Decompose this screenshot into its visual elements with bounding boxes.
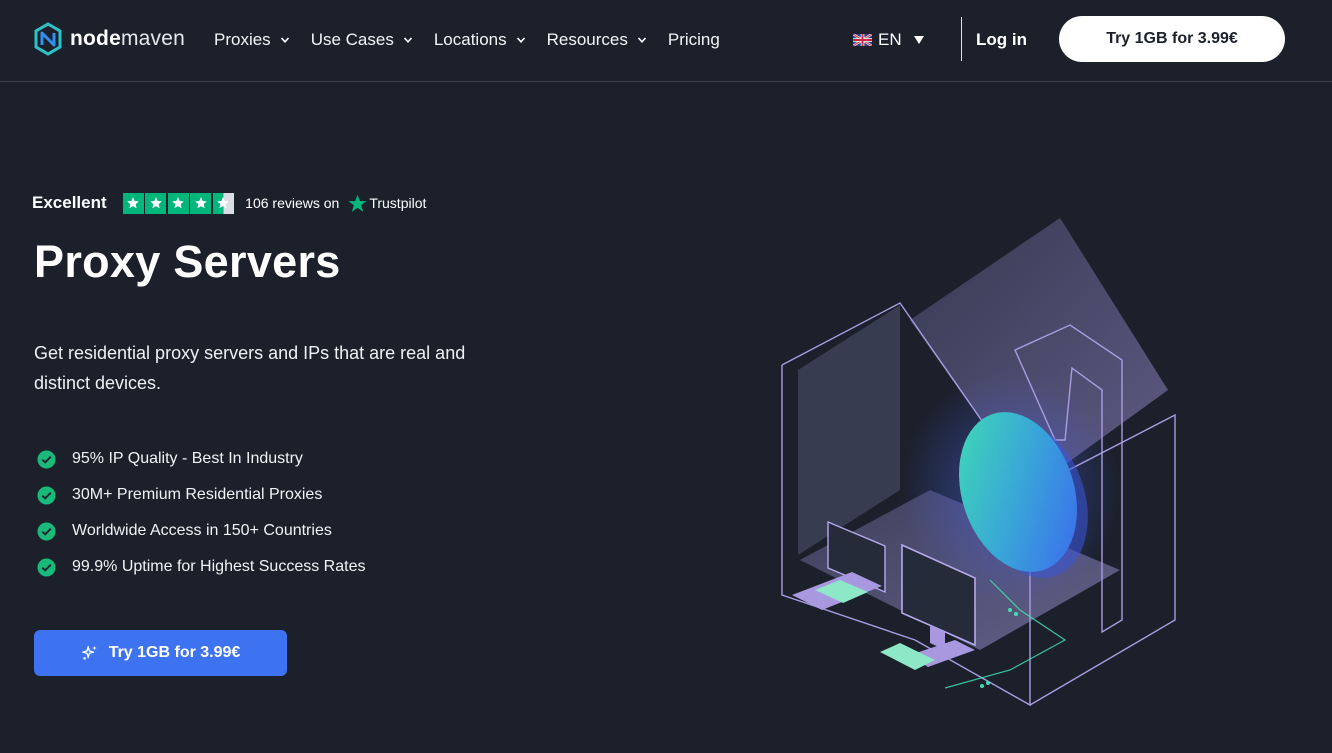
site-header: nodemaven Proxies Use Cases Locations Re…: [0, 0, 1332, 82]
brand-logo[interactable]: nodemaven: [33, 22, 185, 56]
page-title: Proxy Servers: [34, 236, 341, 287]
caret-down-icon: [913, 36, 924, 44]
nav-item-use-cases[interactable]: Use Cases: [311, 28, 413, 52]
feature-text: 30M+ Premium Residential Proxies: [72, 486, 323, 503]
trustpilot-widget[interactable]: Excellent 106 reviews on Trustpilot: [32, 192, 426, 214]
chevron-down-icon: [637, 37, 646, 43]
login-link[interactable]: Log in: [976, 30, 1027, 50]
list-item: 30M+ Premium Residential Proxies: [37, 483, 365, 507]
language-selector[interactable]: EN: [853, 30, 924, 50]
nav-item-label: Proxies: [214, 30, 271, 49]
hero-subtitle: Get residential proxy servers and IPs th…: [34, 343, 466, 393]
feature-text: 99.9% Uptime for Highest Success Rates: [72, 558, 366, 575]
check-circle-icon: [37, 557, 56, 577]
hero-cta-button[interactable]: Try 1GB for 3.99€: [34, 630, 287, 676]
star-icon: [145, 192, 167, 214]
trustpilot-stars: [122, 192, 236, 214]
main-nav: Proxies Use Cases Locations Resources Pr…: [214, 28, 741, 52]
uk-flag-icon: [853, 34, 872, 46]
trustpilot-brand: Trustpilot: [369, 195, 427, 211]
feature-text: Worldwide Access in 150+ Countries: [72, 522, 332, 539]
trustpilot-rating-word: Excellent: [32, 193, 107, 212]
star-icon: [190, 192, 212, 214]
half-star-icon: [212, 192, 234, 214]
hero-cta-label: Try 1GB for 3.99€: [108, 644, 241, 661]
nav-item-label: Use Cases: [310, 30, 394, 49]
nav-item-label: Resources: [546, 30, 628, 49]
check-circle-icon: [37, 449, 56, 469]
feature-list: 95% IP Quality - Best In Industry 30M+ P…: [37, 447, 365, 591]
list-item: 95% IP Quality - Best In Industry: [37, 447, 365, 471]
nav-item-proxies[interactable]: Proxies: [214, 28, 290, 52]
nodemaven-logo-icon: [34, 22, 62, 56]
nav-item-locations[interactable]: Locations: [434, 28, 526, 52]
feature-text: 95% IP Quality - Best In Industry: [72, 450, 303, 467]
language-code: EN: [878, 30, 902, 49]
chevron-down-icon: [516, 37, 525, 43]
nav-item-label: Pricing: [667, 30, 720, 49]
list-item: Worldwide Access in 150+ Countries: [37, 519, 365, 543]
check-circle-icon: [37, 521, 56, 541]
trustpilot-star-icon: [348, 194, 367, 212]
hero-illustration: [781, 218, 1176, 707]
trustpilot-reviews: 106 reviews on: [245, 195, 340, 211]
star-icon: [167, 192, 189, 214]
nav-item-label: Locations: [433, 30, 507, 49]
chevron-down-icon: [403, 37, 412, 43]
header-cta-button[interactable]: Try 1GB for 3.99€: [1059, 16, 1285, 62]
list-item: 99.9% Uptime for Highest Success Rates: [37, 555, 365, 579]
brand-name: nodemaven: [70, 27, 185, 50]
header-divider: [961, 17, 962, 61]
nav-item-resources[interactable]: Resources: [547, 28, 647, 52]
check-circle-icon: [37, 485, 56, 505]
sparkle-icon: [81, 645, 97, 660]
nav-item-pricing[interactable]: Pricing: [668, 28, 720, 52]
star-icon: [122, 192, 144, 214]
chevron-down-icon: [280, 37, 289, 43]
